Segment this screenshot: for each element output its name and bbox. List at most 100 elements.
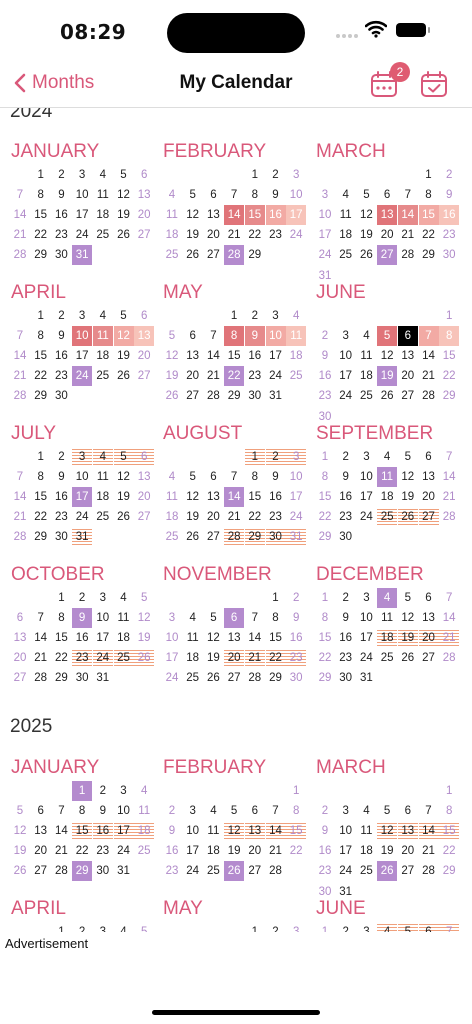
calendar-day[interactable]: 12: [356, 205, 376, 225]
calendar-day[interactable]: 25: [183, 668, 203, 688]
calendar-day[interactable]: 19: [183, 507, 203, 527]
calendar-day[interactable]: 12: [113, 326, 134, 347]
calendar-day[interactable]: 12: [114, 467, 134, 487]
calendar-day[interactable]: 30: [51, 245, 71, 265]
calendar-day[interactable]: 14: [10, 487, 30, 507]
calendar-day[interactable]: 1: [439, 781, 459, 801]
calendar-day[interactable]: 7: [31, 608, 51, 628]
calendar-day[interactable]: 6: [377, 185, 397, 205]
calendar-day[interactable]: 7: [398, 185, 418, 205]
calendar-day[interactable]: 4: [377, 447, 397, 467]
calendar-day[interactable]: 29: [315, 668, 335, 688]
calendar-day[interactable]: 25: [203, 861, 223, 881]
calendar-day[interactable]: 24: [92, 648, 113, 669]
calendar-day[interactable]: 2: [315, 326, 335, 346]
calendar-day[interactable]: 11: [134, 801, 154, 821]
calendar-day[interactable]: 6: [203, 185, 223, 205]
calendar-day[interactable]: 10: [336, 346, 356, 366]
calendar-day[interactable]: 25: [336, 245, 356, 265]
calendar-day[interactable]: 23: [315, 386, 335, 406]
calendar-day[interactable]: 26: [356, 245, 376, 265]
calendar-day[interactable]: 21: [224, 225, 244, 245]
calendar-day[interactable]: 3: [356, 922, 376, 932]
calendar-day[interactable]: 21: [419, 841, 439, 861]
calendar-day[interactable]: 25: [113, 648, 134, 669]
calendar-day[interactable]: 1: [419, 165, 439, 185]
calendar-day[interactable]: 6: [134, 306, 154, 326]
calendar-day[interactable]: 8: [286, 801, 306, 821]
calendar-day[interactable]: 16: [72, 628, 92, 648]
calendar-day[interactable]: 15: [418, 205, 439, 226]
calendar-day[interactable]: 9: [51, 326, 71, 346]
calendar-day[interactable]: 23: [245, 366, 265, 386]
calendar-day[interactable]: 28: [10, 386, 30, 406]
calendar-day[interactable]: 7: [439, 588, 459, 608]
calendar-day[interactable]: 16: [265, 205, 286, 226]
calendar-day[interactable]: 19: [377, 841, 397, 861]
calendar-day[interactable]: 18: [162, 507, 182, 527]
calendar-day[interactable]: 5: [377, 326, 398, 347]
calendar-day[interactable]: 19: [114, 487, 134, 507]
calendar-day[interactable]: 18: [93, 487, 113, 507]
calendar-day[interactable]: 16: [315, 841, 335, 861]
calendar-day[interactable]: 1: [439, 306, 459, 326]
calendar-day[interactable]: 30: [72, 668, 92, 688]
calendar-day[interactable]: 23: [162, 861, 182, 881]
calendar-day[interactable]: 14: [224, 205, 245, 226]
calendar-day[interactable]: 14: [10, 346, 30, 366]
calendar-day[interactable]: 28: [419, 386, 439, 406]
calendar-day[interactable]: 21: [51, 841, 71, 861]
calendar-day[interactable]: 16: [439, 205, 460, 226]
calendar-day[interactable]: 21: [31, 648, 51, 668]
calendar-day[interactable]: 16: [51, 346, 71, 366]
calendar-day[interactable]: 15: [439, 821, 460, 842]
calendar-day[interactable]: 18: [336, 225, 356, 245]
calendar-day[interactable]: 10: [162, 628, 182, 648]
calendar-day[interactable]: 6: [134, 165, 154, 185]
calendar-day[interactable]: 12: [377, 346, 397, 366]
calendar-day[interactable]: 4: [114, 588, 134, 608]
calendar-day[interactable]: 30: [93, 861, 113, 881]
calendar-day[interactable]: 15: [31, 487, 51, 507]
calendar-day[interactable]: 19: [398, 487, 418, 507]
calendar-day[interactable]: 19: [114, 346, 134, 366]
calendar-day[interactable]: 27: [398, 386, 418, 406]
calendar-day[interactable]: 8: [266, 608, 286, 628]
calendar-day[interactable]: 9: [72, 608, 93, 629]
calendar-day[interactable]: 22: [72, 841, 92, 861]
calendar-day[interactable]: 30: [51, 386, 71, 406]
calendar-day[interactable]: 6: [203, 467, 223, 487]
calendar-day[interactable]: 3: [72, 306, 92, 326]
calendar-day[interactable]: 7: [224, 185, 244, 205]
month-title[interactable]: APRIL: [11, 282, 66, 304]
calendar-day[interactable]: 8: [419, 185, 439, 205]
calendar-day[interactable]: 2: [51, 165, 71, 185]
calendar-day[interactable]: 5: [114, 165, 134, 185]
calendar-day[interactable]: 10: [72, 467, 92, 487]
calendar-day[interactable]: 22: [265, 648, 286, 669]
calendar-day[interactable]: 17: [336, 366, 356, 386]
calendar-day[interactable]: 20: [398, 841, 418, 861]
calendar-day[interactable]: 7: [224, 467, 244, 487]
calendar-day[interactable]: 10: [72, 326, 93, 347]
calendar-day[interactable]: 24: [72, 507, 92, 527]
calendar-day[interactable]: 31: [72, 245, 93, 266]
calendar-day[interactable]: 9: [162, 821, 182, 841]
calendar-day[interactable]: 28: [245, 668, 265, 688]
calendar-day[interactable]: 1: [245, 165, 265, 185]
calendar-day[interactable]: 15: [72, 821, 93, 842]
calendar-day[interactable]: 6: [224, 608, 245, 629]
calendar-day[interactable]: 2: [336, 588, 356, 608]
calendar-day[interactable]: 18: [356, 841, 376, 861]
calendar-day[interactable]: 23: [93, 841, 113, 861]
calendar-day[interactable]: 15: [315, 628, 335, 648]
calendar-day[interactable]: 6: [10, 608, 30, 628]
month-title[interactable]: MAY: [163, 282, 203, 304]
calendar-day[interactable]: 18: [377, 487, 397, 507]
calendar-day[interactable]: 22: [439, 841, 459, 861]
calendar-day[interactable]: 9: [93, 801, 113, 821]
calendar-day[interactable]: 20: [203, 225, 223, 245]
calendar-day[interactable]: 18: [356, 366, 376, 386]
month-title[interactable]: DECEMBER: [316, 564, 424, 586]
calendar-day[interactable]: 24: [286, 507, 306, 527]
